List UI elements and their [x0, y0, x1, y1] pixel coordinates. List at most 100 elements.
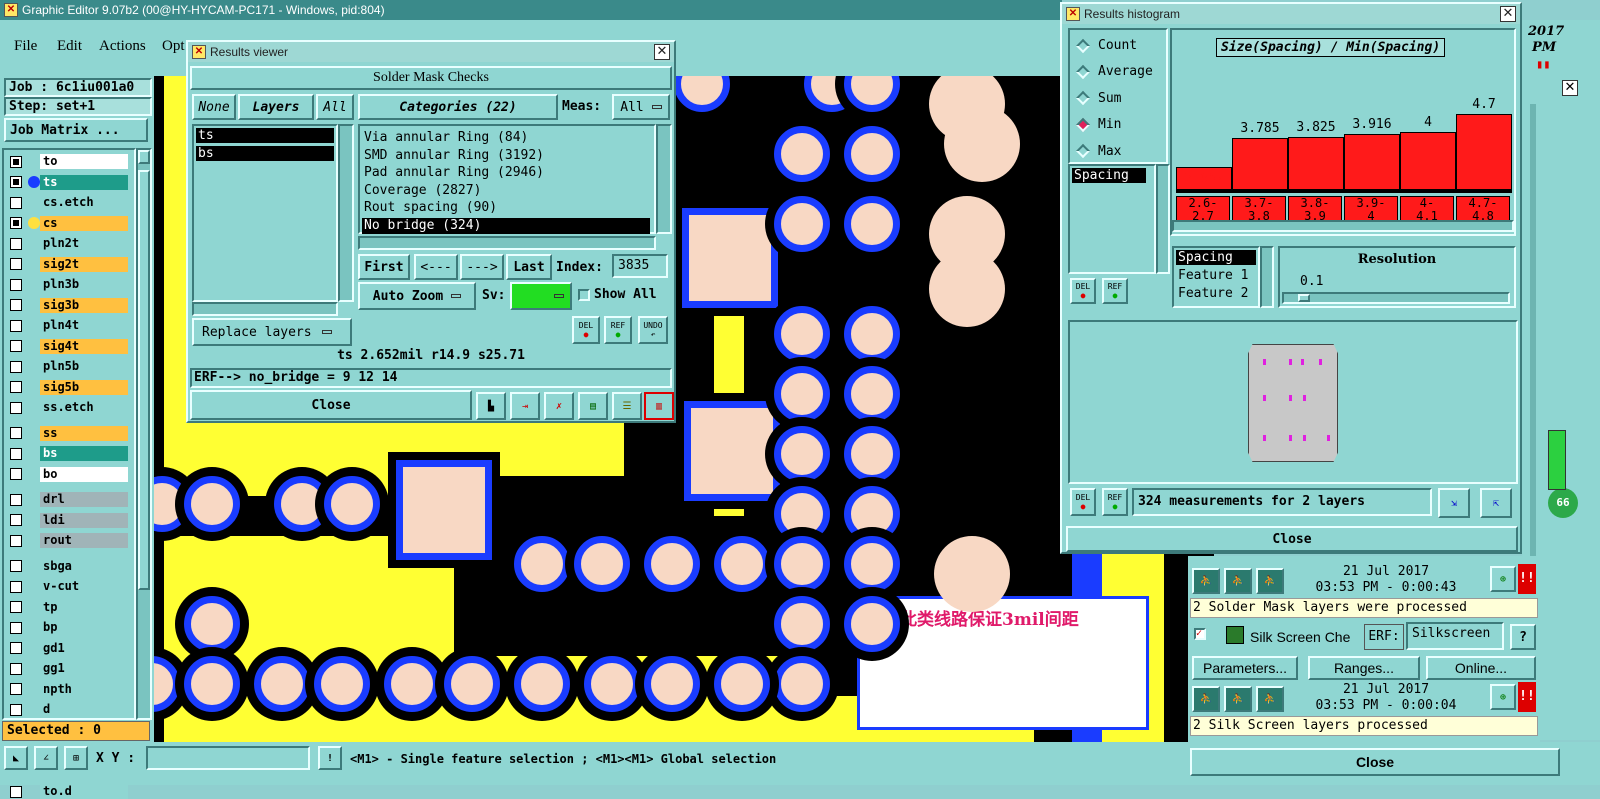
menu-file[interactable]: File [14, 38, 37, 55]
del-button[interactable]: DEL ● [572, 316, 600, 344]
histogram-bar[interactable] [1288, 136, 1344, 190]
mode-radio-average[interactable]: Average [1075, 64, 1153, 79]
last-button[interactable]: Last [506, 254, 552, 280]
layer-row[interactable]: sig2t [10, 256, 128, 272]
auto-zoom-dropdown[interactable]: Auto Zoom [358, 282, 476, 310]
sv-color-dropdown[interactable] [510, 282, 572, 310]
layer-checkbox[interactable] [10, 785, 22, 798]
layer-checkbox[interactable] [10, 176, 22, 188]
layer-checkbox[interactable] [10, 340, 22, 352]
radio-icon[interactable] [1075, 117, 1091, 132]
resolution-slider[interactable] [1282, 292, 1510, 304]
feature-list-item[interactable]: Feature 2 [1176, 286, 1248, 301]
category-list[interactable]: Via annular Ring (84) SMD annular Ring (3… [358, 124, 656, 234]
exit-icon[interactable]: ⇥ [510, 392, 540, 420]
layer-checkbox[interactable] [10, 237, 22, 250]
layer-row[interactable]: bo [10, 466, 128, 482]
layer-row[interactable]: gd1 [10, 640, 128, 656]
layer-checkbox[interactable] [10, 258, 22, 270]
hist-del-button[interactable]: DEL ● [1070, 278, 1096, 304]
measure-scrollbar[interactable] [1156, 164, 1170, 274]
layer-list-scrollbar[interactable] [338, 124, 354, 302]
layer-row[interactable]: pln4t [10, 318, 128, 333]
run-all-icon[interactable]: ⛹ [1224, 686, 1252, 712]
layer-list-item[interactable]: bs [196, 146, 334, 161]
show-all-checkbox[interactable] [578, 289, 590, 301]
close-icon[interactable]: ✕ [1500, 6, 1516, 22]
histogram-bar[interactable] [1344, 134, 1400, 190]
radio-icon[interactable] [1075, 144, 1091, 159]
preview-del-button[interactable]: DEL ● [1070, 488, 1096, 516]
histogram-bar[interactable] [1456, 114, 1512, 190]
grid-icon[interactable]: ⊞ [64, 746, 88, 770]
layer-row[interactable]: bp [10, 620, 128, 635]
layer-row[interactable]: pln5b [10, 359, 128, 374]
layer-checkbox[interactable] [10, 299, 22, 311]
import-icon[interactable]: ⇱ [1480, 488, 1512, 518]
feature-list-item[interactable]: Spacing [1176, 250, 1256, 265]
layer-row[interactable]: cs [10, 215, 128, 231]
layer-checkbox[interactable] [10, 493, 22, 506]
slider-handle[interactable] [1298, 294, 1310, 302]
layer-select-list[interactable]: ts bs [192, 124, 338, 302]
category-item[interactable]: Via annular Ring (84) [362, 130, 650, 146]
layer-checkbox[interactable] [10, 580, 22, 593]
layer-checkbox[interactable] [10, 196, 22, 209]
layer-row[interactable]: ss [10, 425, 128, 441]
ranges-button[interactable]: Ranges... [1308, 656, 1420, 680]
category-item[interactable]: No bridge (324) [362, 218, 650, 234]
mode-radio-max[interactable]: Max [1075, 144, 1121, 159]
feature-list[interactable]: Spacing Feature 1 Feature 2 [1172, 246, 1260, 308]
parameters-button[interactable]: Parameters... [1192, 656, 1298, 680]
layer-checkbox[interactable] [10, 642, 22, 654]
delete-report-icon[interactable]: ✗ [544, 392, 574, 420]
layer-row[interactable]: pln3b [10, 277, 128, 292]
checklist-close-button[interactable]: Close [1190, 748, 1560, 776]
layer-checkbox[interactable] [10, 683, 22, 695]
all-button[interactable]: All [316, 94, 354, 120]
feature-list-item[interactable]: Feature 1 [1176, 268, 1248, 283]
layer-row[interactable]: to.d [10, 784, 128, 799]
angle-icon[interactable]: ∠ [34, 746, 58, 770]
layer-checkbox[interactable] [10, 155, 22, 168]
zoom-icon[interactable]: ⊕ [1490, 684, 1516, 710]
snap-icon[interactable]: ◣ [4, 746, 28, 770]
radio-icon[interactable] [1075, 91, 1091, 106]
layer-row[interactable]: cs.etch [10, 195, 128, 210]
report-icon[interactable]: ▤ [578, 392, 608, 420]
layer-row[interactable]: ss.etch [10, 400, 128, 415]
layer-row[interactable]: sig4t [10, 338, 128, 354]
xy-input[interactable] [146, 746, 310, 770]
run-icon[interactable]: ⛹ [1192, 686, 1220, 712]
layer-row[interactable]: sig3b [10, 297, 128, 313]
preview-ref-button[interactable]: REF ● [1102, 488, 1128, 516]
histogram-bar[interactable] [1400, 132, 1456, 190]
index-input[interactable]: 3835 [612, 254, 668, 278]
info-icon[interactable]: ! [318, 746, 342, 770]
radio-icon[interactable] [1075, 64, 1091, 79]
menu-edit[interactable]: Edit [57, 38, 82, 55]
category-item[interactable]: Rout spacing (90) [362, 200, 650, 216]
layer-checkbox[interactable] [10, 703, 22, 716]
layer-row[interactable]: pln2t [10, 236, 128, 251]
layer-checkbox[interactable] [10, 447, 22, 460]
layer-checkbox[interactable] [10, 468, 22, 480]
layer-row[interactable]: v-cut [10, 579, 128, 594]
category-item[interactable]: SMD annular Ring (3192) [362, 148, 650, 164]
zoom-icon[interactable]: ⊕ [1490, 566, 1516, 592]
layer-checkbox[interactable] [10, 662, 22, 675]
category-hscroll[interactable] [358, 236, 656, 250]
feature-scrollbar[interactable] [1260, 246, 1274, 308]
none-button[interactable]: None [192, 94, 236, 120]
measure-list[interactable]: Spacing [1068, 164, 1156, 274]
meas-dropdown[interactable]: All [612, 94, 670, 120]
replace-layers-dropdown[interactable]: Replace layers [192, 318, 352, 346]
mode-radio-min[interactable]: Min [1075, 117, 1121, 132]
layer-checkbox[interactable] [10, 560, 22, 572]
notes-icon[interactable]: ☰ [612, 392, 642, 420]
silk-checkbox[interactable]: ✓ [1194, 628, 1206, 640]
job-matrix-button[interactable]: Job Matrix ... [4, 118, 148, 142]
radio-icon[interactable] [1075, 38, 1091, 53]
layer-checkbox[interactable] [10, 514, 22, 526]
layer-list-item[interactable]: ts [196, 128, 334, 143]
